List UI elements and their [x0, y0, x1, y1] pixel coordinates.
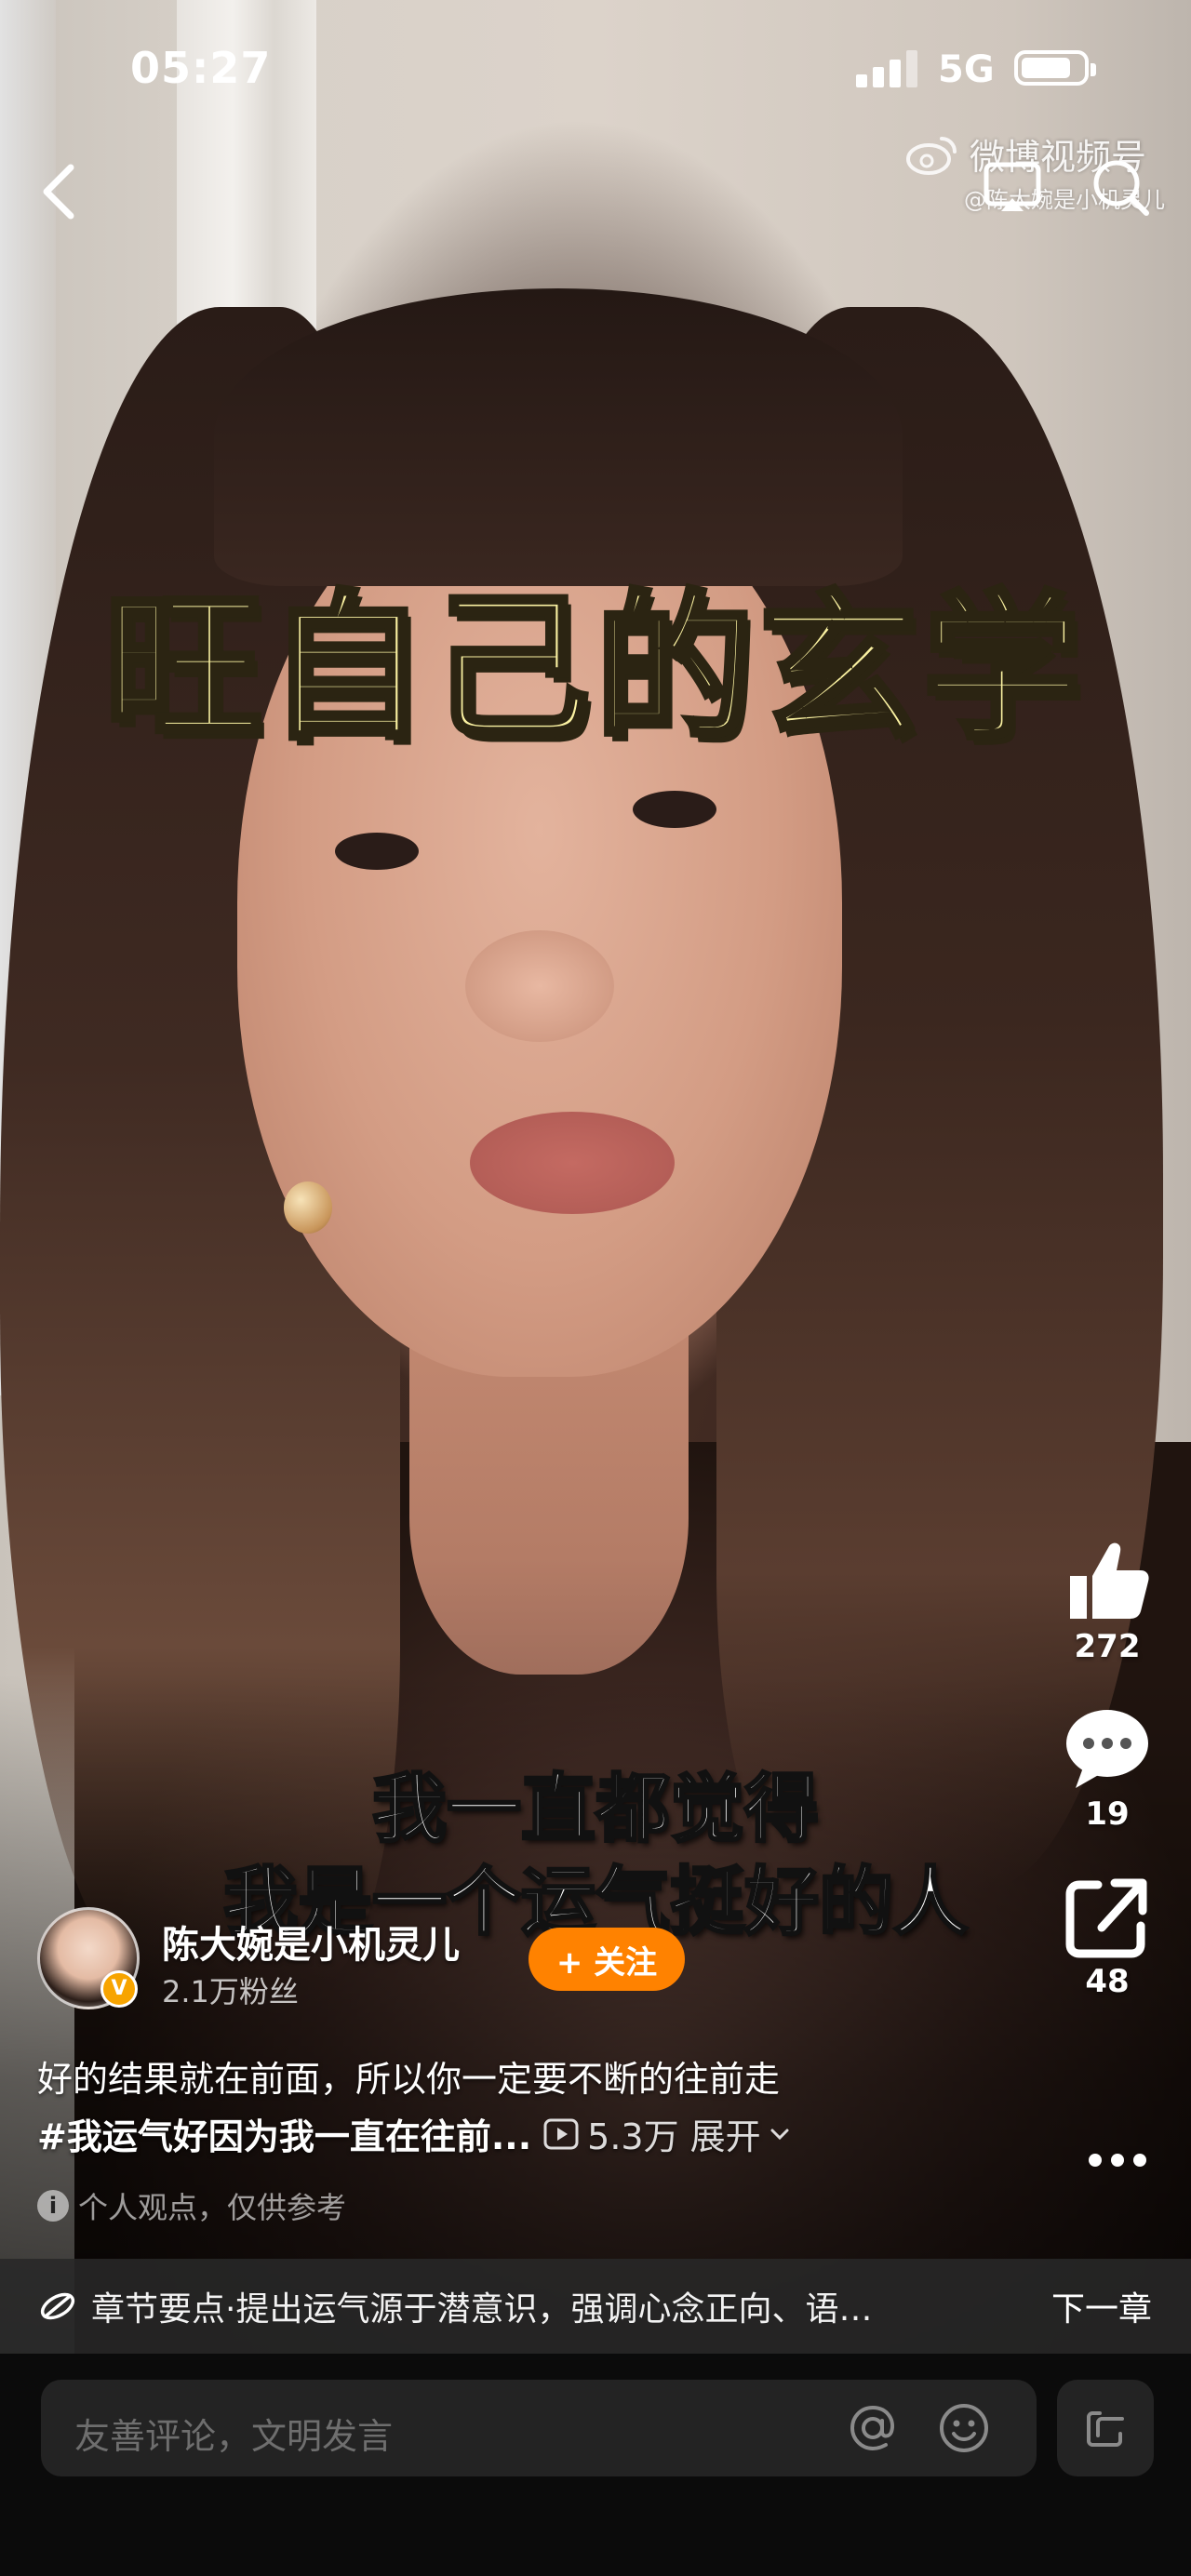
- view-count-value: 5.3万: [587, 2116, 679, 2157]
- author-name[interactable]: 陈大婉是小机灵儿: [162, 1915, 460, 1969]
- author-fans-count: 2.1万粉丝: [162, 1974, 299, 2009]
- video-screen: 05:27 5G 微博视频号 @陈大婉是小机灵儿 旺自己的玄学 我一直都觉得 我…: [0, 0, 1191, 2576]
- like-button[interactable]: 272: [1042, 1535, 1172, 1665]
- play-box-icon: [543, 2118, 579, 2149]
- view-count: 5.3万: [542, 2108, 679, 2159]
- follow-button[interactable]: + 关注: [529, 1928, 685, 1991]
- search-button[interactable]: [1087, 153, 1154, 220]
- chevron-down-icon: [770, 2129, 789, 2140]
- comment-bubble-icon: [1066, 1710, 1148, 1788]
- thumbs-up-icon: [1070, 1542, 1149, 1619]
- comment-count: 19: [1085, 1795, 1130, 1833]
- chapter-summary: 章节要点·提出运气源于潜意识，强调心念正向、语…: [91, 2290, 873, 2329]
- network-type: 5G: [938, 48, 995, 91]
- opinion-notice: i 个人观点，仅供参考: [37, 2184, 346, 2227]
- share-button[interactable]: 48: [1042, 1870, 1172, 2000]
- person-nose: [465, 930, 614, 1042]
- chapter-bar[interactable]: 章节要点·提出运气源于潜意识，强调心念正向、语… 下一章: [0, 2259, 1191, 2354]
- comment-placeholder: 友善评论，文明发言: [74, 2416, 394, 2457]
- info-icon: i: [37, 2190, 69, 2222]
- cast-button[interactable]: [979, 153, 1046, 220]
- search-icon: [1093, 160, 1149, 216]
- signal-icon: [856, 48, 921, 87]
- top-action-icons: [979, 153, 1154, 220]
- person-eye-right: [633, 791, 716, 828]
- post-hashtag[interactable]: #我运气好因为我一直在往前...: [37, 2108, 531, 2159]
- post-description: 好的结果就在前面，所以你一定要不断的往前走: [37, 2059, 781, 2100]
- back-button[interactable]: [30, 154, 86, 229]
- video-subtitle-line1: 我一直都觉得: [371, 1765, 821, 1854]
- more-options-button[interactable]: [1089, 2154, 1146, 2167]
- more-dots-icon: [1089, 2154, 1102, 2167]
- verified-badge-icon: V: [100, 1970, 138, 2008]
- share-icon: [1065, 1878, 1147, 1958]
- status-time: 05:27: [130, 43, 272, 93]
- action-column: 272 19 48: [1042, 1535, 1172, 2037]
- expand-label: 展开: [689, 2116, 761, 2157]
- comment-button[interactable]: 19: [1042, 1702, 1172, 1833]
- screen-cast-icon: [984, 162, 1041, 211]
- ai-summary-icon: [40, 2292, 75, 2320]
- expand-button[interactable]: 展开: [690, 2108, 793, 2159]
- expand-window-icon: [1087, 2411, 1124, 2447]
- bottom-comment-bar: 友善评论，文明发言: [0, 2354, 1191, 2576]
- like-count: 272: [1074, 1628, 1141, 1665]
- person-earring: [284, 1181, 332, 1234]
- comment-input[interactable]: 友善评论，文明发言: [41, 2380, 1037, 2476]
- share-count: 48: [1085, 1963, 1130, 2000]
- next-chapter-button[interactable]: 下一章: [1051, 2282, 1152, 2330]
- mention-at-icon[interactable]: [845, 2400, 901, 2456]
- person-lips: [470, 1112, 675, 1214]
- emoji-icon[interactable]: [936, 2400, 992, 2456]
- person-eye-left: [335, 833, 419, 870]
- fullscreen-comment-button[interactable]: [1057, 2380, 1154, 2476]
- battery-icon: [1014, 50, 1096, 86]
- weibo-logo-icon: [906, 136, 957, 175]
- chevron-left-icon: [43, 164, 74, 220]
- opinion-notice-text: 个人观点，仅供参考: [78, 2190, 347, 2225]
- post-meta-row: #我运气好因为我一直在往前... 5.3万 展开: [37, 2108, 793, 2159]
- video-title-overlay: 旺自己的玄学: [101, 574, 1087, 764]
